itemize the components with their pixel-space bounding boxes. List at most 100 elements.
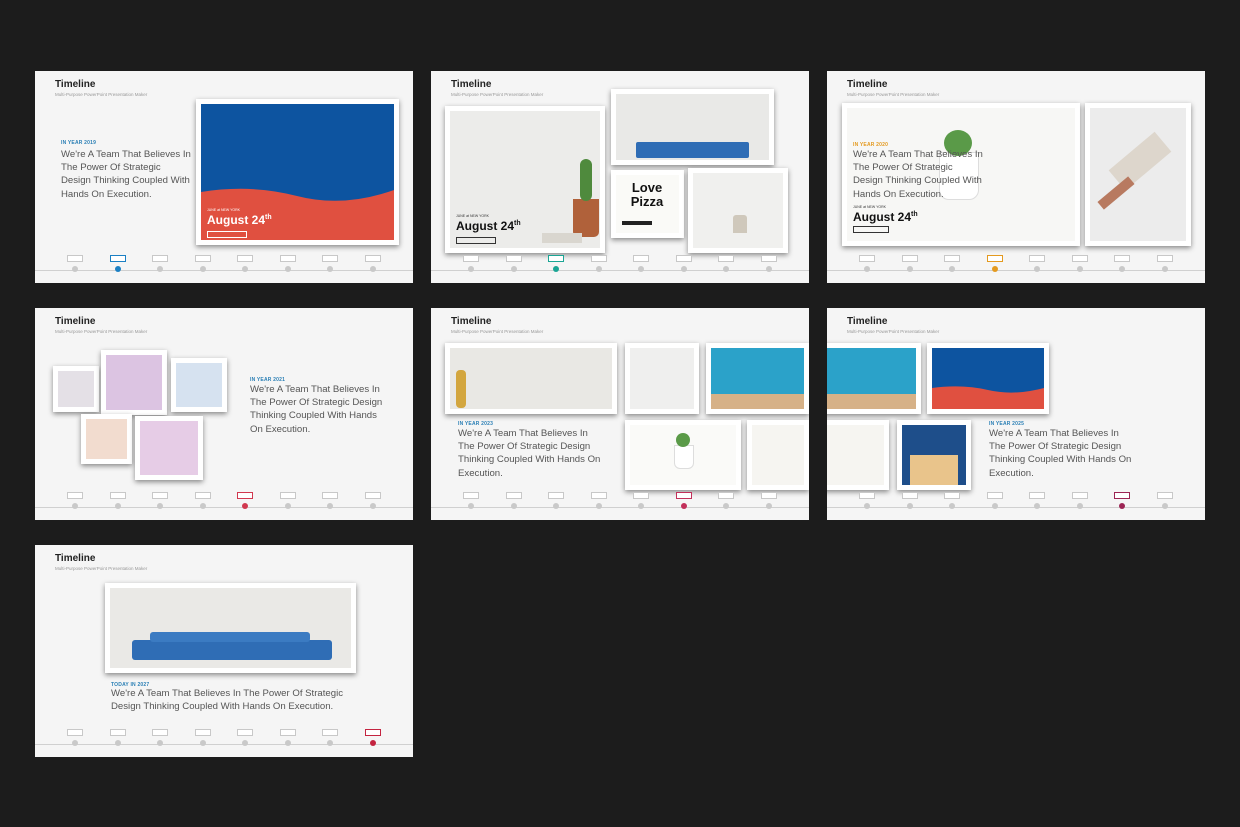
timeline-marker[interactable] — [194, 729, 211, 746]
timeline-marker[interactable] — [237, 255, 253, 272]
timeline-year-box — [109, 492, 126, 499]
timeline-year-box — [548, 255, 564, 262]
timeline-marker[interactable] — [152, 492, 168, 509]
timeline-marker[interactable] — [1029, 255, 1045, 272]
timeline-marker[interactable] — [986, 492, 1003, 509]
timeline-marker[interactable] — [859, 492, 875, 509]
timeline-marker[interactable] — [548, 255, 564, 272]
timeline-marker[interactable] — [1029, 492, 1045, 509]
timeline-marker[interactable] — [590, 492, 607, 509]
timeline-year-box — [505, 255, 522, 262]
timeline-marker[interactable] — [1071, 492, 1088, 509]
timeline-dot — [510, 266, 517, 272]
timeline-marker[interactable] — [237, 492, 253, 509]
timeline-marker[interactable] — [152, 729, 168, 746]
slide-title: Timeline — [847, 79, 888, 90]
timeline-marker[interactable] — [364, 255, 381, 272]
timeline-marker[interactable] — [1114, 255, 1130, 272]
slide-thumbnail-1[interactable]: Timeline Multi-Purpose PowerPoint Presen… — [35, 71, 413, 283]
slide-thumbnail-2[interactable]: Timeline Multi-Purpose PowerPoint Presen… — [431, 71, 809, 283]
timeline-dot — [723, 266, 729, 272]
timeline-marker[interactable] — [194, 492, 211, 509]
timeline-marker[interactable] — [901, 255, 918, 272]
timeline-dot — [199, 740, 206, 746]
timeline-marker[interactable] — [859, 255, 875, 272]
timeline-marker[interactable] — [548, 492, 564, 509]
timeline-marker[interactable] — [364, 729, 381, 746]
building-photo — [897, 420, 971, 490]
timeline-marker[interactable] — [237, 729, 253, 746]
timeline-marker[interactable] — [152, 255, 168, 272]
timeline-dot — [723, 503, 729, 509]
timeline-marker[interactable] — [463, 492, 479, 509]
timeline-marker[interactable] — [633, 492, 649, 509]
timeline-marker[interactable] — [194, 255, 211, 272]
slide-thumbnail-4[interactable]: Timeline Multi-Purpose PowerPoint Presen… — [35, 308, 413, 520]
event-button[interactable] — [207, 231, 247, 238]
event-button[interactable] — [456, 237, 496, 244]
timeline-marker[interactable] — [109, 729, 126, 746]
timeline-marker[interactable] — [944, 255, 960, 272]
timeline-marker[interactable] — [109, 255, 126, 272]
timeline-marker[interactable] — [718, 492, 734, 509]
timeline-marker[interactable] — [718, 255, 734, 272]
timeline-dot — [638, 503, 644, 509]
timeline-marker[interactable] — [760, 492, 777, 509]
timeline-dot — [369, 740, 376, 746]
timeline-marker[interactable] — [675, 492, 692, 509]
timeline-marker[interactable] — [505, 255, 522, 272]
love-pizza-poster: Love Pizza — [611, 170, 684, 238]
slide-thumbnail-3[interactable]: Timeline Multi-Purpose PowerPoint Presen… — [827, 71, 1205, 283]
timeline-marker[interactable] — [463, 255, 479, 272]
timeline-dot — [949, 266, 955, 272]
timeline-year-box — [463, 255, 479, 262]
timeline-marker[interactable] — [67, 255, 83, 272]
timeline-marker[interactable] — [322, 729, 338, 746]
sofa-photo — [611, 89, 774, 165]
timeline-marker[interactable] — [760, 255, 777, 272]
timeline-dot — [864, 266, 870, 272]
timeline-year-box — [1029, 492, 1045, 499]
timeline-year-box — [237, 492, 253, 499]
timeline-marker[interactable] — [1156, 255, 1173, 272]
slide-thumbnail-6[interactable]: Timeline Multi-Purpose PowerPoint Presen… — [827, 308, 1205, 520]
timeline-marker[interactable] — [505, 492, 522, 509]
timeline-year-box — [322, 729, 338, 736]
timeline-marker[interactable] — [944, 492, 960, 509]
timeline-marker[interactable] — [67, 492, 83, 509]
timeline-dot — [327, 740, 333, 746]
event-button[interactable] — [853, 226, 889, 233]
timeline-marker[interactable] — [1114, 492, 1130, 509]
timeline-marker[interactable] — [279, 255, 296, 272]
timeline-line — [35, 744, 413, 745]
timeline-marker[interactable] — [67, 729, 83, 746]
timeline-marker[interactable] — [901, 492, 918, 509]
timeline-marker[interactable] — [675, 255, 692, 272]
timeline-dot — [369, 503, 376, 509]
slide-subtitle: Multi-Purpose PowerPoint Presentation Ma… — [451, 329, 544, 334]
timeline-dot — [595, 503, 602, 509]
timeline-marker[interactable] — [279, 492, 296, 509]
cactus-cup-photo — [625, 420, 741, 490]
timeline-marker[interactable] — [109, 492, 126, 509]
timeline-marker[interactable] — [1071, 255, 1088, 272]
timeline-marker[interactable] — [364, 492, 381, 509]
event-date-main: August 24 — [456, 219, 515, 233]
statement-text: We're A Team That Believes In The Power … — [61, 149, 191, 200]
slide-thumbnail-5[interactable]: Timeline Multi-Purpose PowerPoint Presen… — [431, 308, 809, 520]
slide-thumbnail-7[interactable]: Timeline Multi-Purpose PowerPoint Presen… — [35, 545, 413, 757]
timeline-dot — [864, 503, 870, 509]
timeline-marker[interactable] — [322, 255, 338, 272]
poster-text: Love Pizza — [630, 180, 664, 209]
timeline-marker[interactable] — [590, 255, 607, 272]
timeline-marker[interactable] — [986, 255, 1003, 272]
timeline-dot — [595, 266, 602, 272]
timeline-marker[interactable] — [633, 255, 649, 272]
timeline-marker[interactable] — [322, 492, 338, 509]
timeline-marker[interactable] — [279, 729, 296, 746]
timeline-dot — [72, 266, 78, 272]
timeline-marker[interactable] — [1156, 492, 1173, 509]
timeline-year-box — [944, 255, 960, 262]
timeline-dot — [906, 266, 913, 272]
timeline-bar — [35, 255, 413, 283]
